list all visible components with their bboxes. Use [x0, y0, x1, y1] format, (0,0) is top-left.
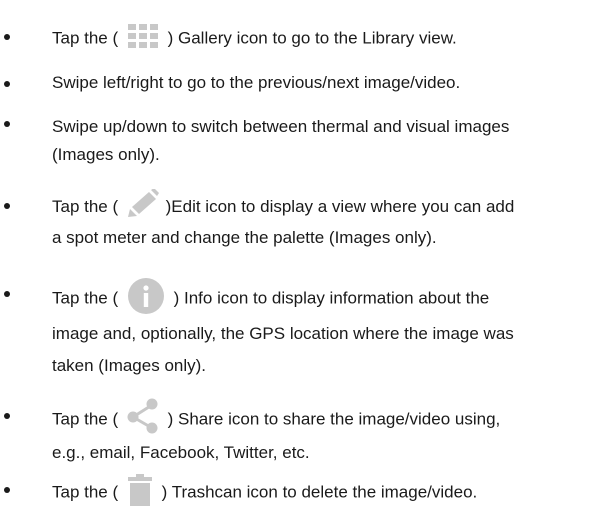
- pencil-icon: [125, 188, 159, 219]
- item-suffix: ) Share icon to share the image/video us…: [167, 409, 501, 429]
- item-line-2: a spot meter and change the palette (Ima…: [52, 227, 437, 247]
- item-line-2: e.g., email, Facebook, Twitter, etc.: [52, 443, 310, 462]
- item-line-3: taken (Images only).: [52, 356, 207, 375]
- item-line-2: image and, optionally, the GPS location …: [52, 324, 514, 343]
- trashcan-icon: [127, 474, 153, 506]
- info-icon: [127, 277, 165, 315]
- item-suffix: ) Gallery icon to go to the Library view…: [167, 28, 457, 48]
- bullet: [4, 81, 10, 87]
- item-prefix: Tap the (: [52, 288, 119, 308]
- instruction-list: Tap the ( ) Gallery icon to go to the Li…: [0, 0, 611, 506]
- bullet: [4, 121, 10, 127]
- item-suffix: ) Info icon to display information about…: [173, 288, 490, 308]
- item-suffix: ) Trashcan icon to delete the image/vide…: [161, 482, 478, 502]
- item-prefix: Tap the (: [52, 409, 119, 429]
- bullet: [4, 203, 10, 209]
- item-line-2: (Images only).: [52, 145, 160, 164]
- item-text: Swipe left/right to go to the previous/n…: [52, 73, 461, 92]
- share-icon: [126, 398, 160, 434]
- bullet: [4, 34, 10, 40]
- item-suffix: )Edit icon to display a view where you c…: [165, 197, 515, 216]
- item-prefix: Tap the (: [52, 482, 119, 502]
- item-prefix: Tap the (: [52, 28, 119, 48]
- bullet: [4, 413, 10, 419]
- bullet: [4, 487, 10, 493]
- bullet: [4, 291, 10, 297]
- grid-icon: [126, 23, 160, 49]
- item-prefix: Tap the (: [52, 197, 119, 216]
- item-line-1: Swipe up/down to switch between thermal …: [52, 117, 510, 136]
